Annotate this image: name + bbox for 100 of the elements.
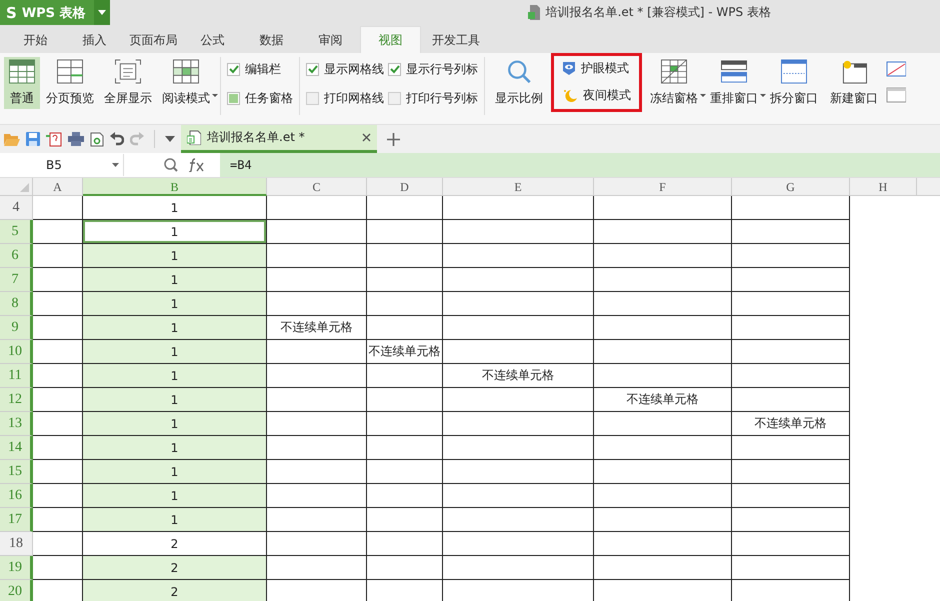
table-cell: 1 xyxy=(83,268,267,292)
window-button[interactable]: 重排窗口 xyxy=(706,57,762,109)
document-tab[interactable]: 培训报名名单.et * xyxy=(181,125,377,153)
column-header[interactable]: H xyxy=(850,178,917,196)
table-cell: 1 xyxy=(83,460,267,484)
row-header[interactable]: 11 xyxy=(0,364,33,388)
caret-icon xyxy=(98,10,106,15)
column-header[interactable]: C xyxy=(267,178,367,196)
column-header[interactable]: B xyxy=(83,178,267,196)
window-button[interactable]: 新建窗口 xyxy=(826,57,882,109)
checkbox[interactable]: 任务窗格 xyxy=(227,90,293,107)
window-icon xyxy=(886,87,906,103)
zoom-button[interactable]: 显示比例 xyxy=(491,57,547,109)
column-header[interactable]: G xyxy=(732,178,850,196)
stacked-windows-icon xyxy=(720,59,748,84)
checkbox[interactable]: 打印网格线 xyxy=(306,90,384,107)
row-header[interactable]: 6 xyxy=(0,244,33,268)
row-header[interactable]: 7 xyxy=(0,268,33,292)
column-header[interactable]: A xyxy=(33,178,83,196)
row-header[interactable]: 8 xyxy=(0,292,33,316)
save-icon[interactable] xyxy=(26,132,40,146)
ribbon-tab[interactable]: 视图 xyxy=(360,26,421,53)
split-window-icon xyxy=(780,59,808,84)
row-header[interactable]: 10 xyxy=(0,340,33,364)
page-grid-icon xyxy=(56,59,84,84)
row-header[interactable]: 20 xyxy=(0,580,33,601)
printer-icon[interactable] xyxy=(68,132,84,146)
table-cell: 1 xyxy=(83,316,267,340)
row-header[interactable]: 15 xyxy=(0,460,33,484)
app-logo: S xyxy=(6,4,17,22)
new-window-icon xyxy=(840,59,868,84)
print-preview-icon[interactable] xyxy=(90,132,104,146)
row-header[interactable]: 4 xyxy=(0,196,33,220)
table-cell: 1 xyxy=(83,484,267,508)
table-cell: 不连续单元格 xyxy=(443,364,594,388)
document-icon xyxy=(528,5,540,20)
search-icon xyxy=(505,59,533,84)
row-header[interactable]: 16 xyxy=(0,484,33,508)
table-cell: 不连续单元格 xyxy=(267,316,367,340)
ribbon-tab[interactable]: 开发工具 xyxy=(421,27,491,53)
window-title: 培训报名名单.et * [兼容模式] - WPS 表格 xyxy=(546,4,771,21)
view-button[interactable]: 全屏显示 xyxy=(100,57,156,109)
table-cell: 1 xyxy=(83,412,267,436)
formula-field[interactable]: =B4 xyxy=(220,153,940,177)
table-cell: 不连续单元格 xyxy=(367,340,443,364)
eye-shield-icon xyxy=(562,61,576,76)
table-cell: 1 xyxy=(83,340,267,364)
row-header[interactable]: 18 xyxy=(0,532,33,556)
column-header[interactable]: E xyxy=(443,178,594,196)
table-cell: 1 xyxy=(83,244,267,268)
caret-icon xyxy=(700,94,706,97)
grid-icon xyxy=(8,59,36,84)
ribbon-tab[interactable]: 页面布局 xyxy=(124,27,183,53)
dropdown-icon[interactable] xyxy=(165,136,175,142)
checkbox[interactable]: 打印行号列标 xyxy=(388,90,478,107)
view-button[interactable]: 普通 xyxy=(4,57,40,109)
ribbon-tab[interactable]: 公式 xyxy=(183,27,242,53)
reading-grid-icon xyxy=(172,59,200,84)
view-button[interactable]: 分页预览 xyxy=(42,57,98,109)
row-header[interactable]: 12 xyxy=(0,388,33,412)
checkbox[interactable]: 编辑栏 xyxy=(227,61,293,78)
mode-button[interactable]: 夜间模式 xyxy=(562,87,631,104)
app-dropdown-button[interactable] xyxy=(94,0,110,25)
view-button[interactable]: 阅读模式 xyxy=(158,57,214,109)
table-cell: 1 xyxy=(83,292,267,316)
ribbon-tab[interactable]: 开始 xyxy=(6,27,65,53)
close-icon[interactable] xyxy=(362,133,371,142)
undo-icon[interactable] xyxy=(110,132,124,146)
row-header[interactable]: 14 xyxy=(0,436,33,460)
row-header[interactable]: 17 xyxy=(0,508,33,532)
table-cell: 不连续单元格 xyxy=(594,388,732,412)
table-cell xyxy=(33,196,83,220)
caret-icon xyxy=(760,94,766,97)
row-header[interactable]: 13 xyxy=(0,412,33,436)
checkbox[interactable]: 显示行号列标 xyxy=(388,61,478,78)
new-tab-icon[interactable] xyxy=(387,132,400,146)
row-header[interactable]: 19 xyxy=(0,556,33,580)
column-header[interactable]: D xyxy=(367,178,443,196)
export-document-icon[interactable] xyxy=(46,132,62,146)
table-cell: 1 xyxy=(83,220,267,244)
table-cell: 1 xyxy=(83,364,267,388)
table-cell: 1 xyxy=(83,508,267,532)
table-cell: 2 xyxy=(83,556,267,580)
window-button[interactable]: 冻结窗格 xyxy=(646,57,702,109)
column-header[interactable]: F xyxy=(594,178,732,196)
caret-icon xyxy=(212,94,218,97)
fullscreen-icon xyxy=(114,59,142,84)
app-name: WPS 表格 xyxy=(22,4,86,22)
zoom-icon[interactable] xyxy=(164,158,178,172)
ribbon-tab[interactable]: 数据 xyxy=(242,27,301,53)
ribbon-tab[interactable]: 审阅 xyxy=(301,27,360,53)
table-cell: 2 xyxy=(83,580,267,601)
window-pair-icon xyxy=(886,61,906,77)
checkbox[interactable]: 显示网格线 xyxy=(306,61,384,78)
table-cell: 不连续单元格 xyxy=(732,412,850,436)
mode-button[interactable]: 护眼模式 xyxy=(562,60,631,77)
window-button[interactable]: 拆分窗口 xyxy=(766,57,822,109)
ribbon-tab[interactable]: 插入 xyxy=(65,27,124,53)
row-header[interactable]: 9 xyxy=(0,316,33,340)
row-header[interactable]: 5 xyxy=(0,220,33,244)
